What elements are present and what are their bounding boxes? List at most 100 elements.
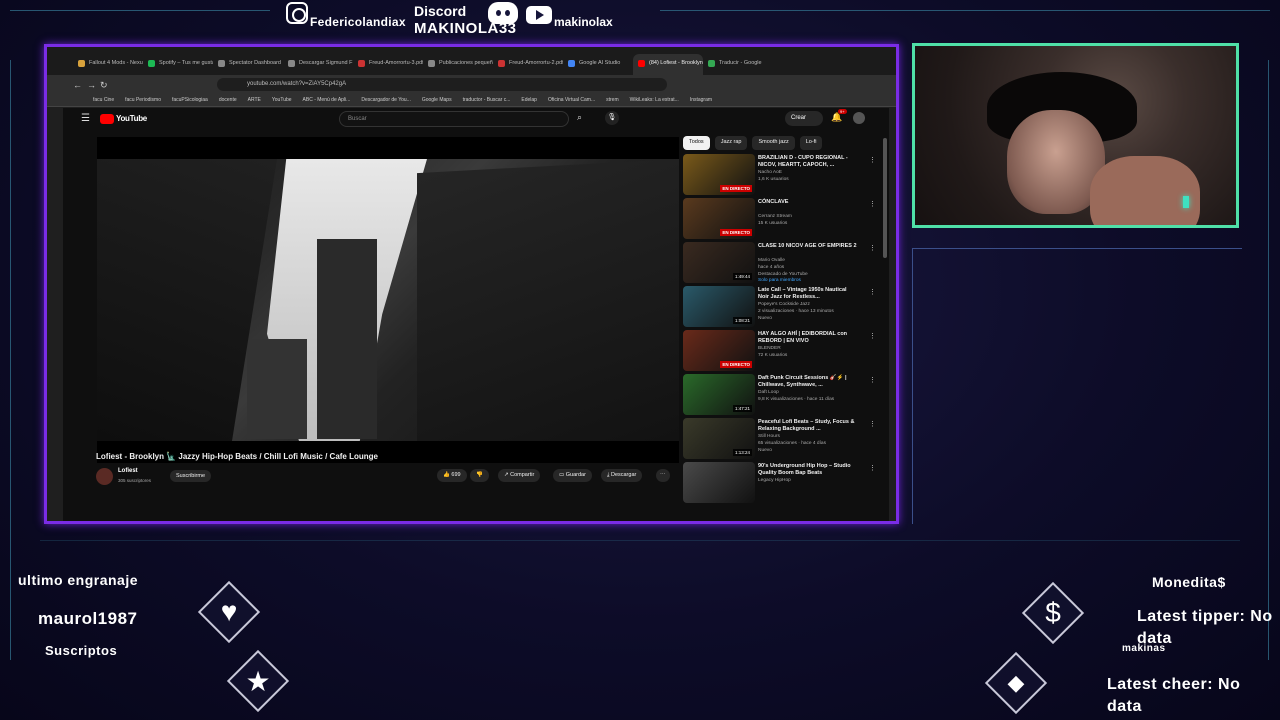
back-icon[interactable]: ←: [73, 80, 82, 90]
bookmark-item[interactable]: strem: [606, 94, 619, 106]
recommendation-channel[interactable]: Mario Ovalle: [758, 258, 785, 263]
bookmark-item[interactable]: Google Maps: [422, 94, 452, 106]
recommendation-item[interactable]: 1:13:24 Peaceful Lofi Beats – Study, Focu…: [683, 418, 883, 462]
browser-tab[interactable]: Descargar Sigmund F: [283, 54, 353, 75]
save-button[interactable]: ▭ Guardar: [553, 469, 592, 482]
bookmark-item[interactable]: Edelap: [521, 94, 537, 106]
webcam-light: [1183, 196, 1189, 208]
recommendation-title[interactable]: Daft Punk Circuit Sessions 🎸⚡ | Chillwav…: [758, 375, 858, 389]
bookmark-item[interactable]: Oficina Virtual Cam...: [548, 94, 595, 106]
recommendation-item[interactable]: 1:08:21 Late Call – Vintage 1950s Nautica…: [683, 286, 883, 330]
create-button[interactable]: Crear: [785, 111, 823, 126]
recommendation-thumbnail[interactable]: 1:47:21: [683, 374, 755, 415]
browser-tab[interactable]: Google AI Studio: [563, 54, 633, 75]
recommendation-item[interactable]: 1:49:44 CLASE 10 NICOV AGE OF EMPIRES 2 Ma…: [683, 242, 883, 286]
filter-chip[interactable]: Smooth jazz: [752, 136, 795, 150]
hud-line-right: [1268, 60, 1269, 660]
more-options-icon[interactable]: ⋮: [869, 200, 876, 208]
channel-name[interactable]: Lofiest: [118, 468, 138, 474]
latest-cheer: Latest cheer: No data: [1107, 676, 1241, 715]
bookmark-item[interactable]: Instagram: [690, 94, 712, 106]
recommendation-thumbnail[interactable]: 1:08:21: [683, 286, 755, 327]
search-input[interactable]: Buscar: [339, 111, 569, 127]
download-button[interactable]: ⤓ Descargar: [601, 469, 643, 482]
more-options-icon[interactable]: ⋮: [869, 464, 876, 472]
recommendation-channel[interactable]: Legacy HipHop: [758, 478, 791, 483]
like-button[interactable]: 👍 699: [437, 469, 467, 482]
browser-tab[interactable]: (84) Lofiest - Brooklyn: [633, 54, 703, 75]
bookmark-item[interactable]: facuPSicologiaa: [172, 94, 208, 106]
more-options-icon[interactable]: ⋮: [869, 332, 876, 340]
bookmark-item[interactable]: ABC - Menú de Apli...: [303, 94, 351, 106]
recommendation-channel[interactable]: Nacho AoE: [758, 170, 782, 175]
recommendation-title[interactable]: CLASE 10 NICOV AGE OF EMPIRES 2: [758, 243, 858, 250]
recommendation-meta: hace 4 años: [758, 265, 785, 270]
more-actions-button[interactable]: ⋯: [656, 469, 670, 482]
recommendation-thumbnail[interactable]: 1:49:44: [683, 242, 755, 283]
avatar[interactable]: [853, 112, 865, 124]
video-player[interactable]: [97, 137, 679, 463]
browser-tab[interactable]: Traducir - Google: [703, 54, 773, 75]
more-options-icon[interactable]: ⋮: [869, 288, 876, 296]
dislike-button[interactable]: 👎: [470, 469, 489, 482]
recommendation-item[interactable]: EN DIRECTO CÓNCLAVE Cerranz Stream 15 K usu…: [683, 198, 883, 242]
bookmark-item[interactable]: docente: [219, 94, 237, 106]
url-field[interactable]: youtube.com/watch?v=ZiAY5Cp42gA: [217, 78, 667, 91]
bookmark-item[interactable]: facu Cine: [93, 94, 114, 106]
recommendation-channel[interactable]: Popeye's Cockside Jazz: [758, 302, 810, 307]
recommendation-extra2: Solo para miembros: [758, 278, 801, 283]
youtube-logo-icon[interactable]: [100, 114, 114, 124]
filter-chip[interactable]: Todos: [683, 136, 710, 150]
channel-avatar[interactable]: [96, 468, 113, 485]
page-scrollbar[interactable]: [883, 138, 887, 258]
recommendation-title[interactable]: Late Call – Vintage 1950s Nautical Noir …: [758, 287, 858, 301]
recommendation-item[interactable]: EN DIRECTO BRAZILIAN D - CUPO REGIONAL - …: [683, 154, 883, 198]
recommendation-thumbnail[interactable]: EN DIRECTO: [683, 330, 755, 371]
forward-icon[interactable]: →: [87, 80, 96, 90]
recommendation-title[interactable]: Peaceful Lofi Beats – Study, Focus & Rel…: [758, 419, 858, 433]
recommendation-channel[interactable]: Cerranz Stream: [758, 214, 792, 219]
filter-chip[interactable]: Jazz rap: [714, 136, 748, 150]
subscribe-button[interactable]: Suscribirme: [170, 470, 212, 482]
browser-tab[interactable]: Freud-Amorrortu-2.pdf: [493, 54, 563, 75]
recommendation-title[interactable]: BRAZILIAN D - CUPO REGIONAL - NICOV, HEA…: [758, 155, 858, 169]
browser-tab[interactable]: Publicaciones pequeñas: [423, 54, 493, 75]
browser-tab[interactable]: Spectator Dashboard: [213, 54, 283, 75]
recommendation-channel[interactable]: Still Hours: [758, 434, 780, 439]
filter-chip[interactable]: Lo-fi: [799, 136, 823, 150]
youtube-logo-text[interactable]: YouTube: [116, 114, 147, 123]
bookmark-item[interactable]: WikiLeaks: La estrat...: [630, 94, 679, 106]
browser-tab[interactable]: Spotify – Tus me gusta: [143, 54, 213, 75]
bookmark-item[interactable]: facu Periodismo: [125, 94, 161, 106]
recommendation-channel[interactable]: Daft Loop: [758, 390, 779, 395]
menu-icon[interactable]: ☰: [81, 113, 90, 124]
recommendation-title[interactable]: HAY ALGO AHÍ | EDIBORDIAL con REBORD | E…: [758, 331, 858, 345]
video-building: [417, 159, 679, 441]
video-frame: [97, 159, 679, 441]
browser-tab[interactable]: Freud-Amorrortu-3.pdf: [353, 54, 423, 75]
recommendation-item[interactable]: EN DIRECTO HAY ALGO AHÍ | EDIBORDIAL con …: [683, 330, 883, 374]
bookmark-item[interactable]: ARTE: [248, 94, 261, 106]
more-options-icon[interactable]: ⋮: [869, 156, 876, 164]
browser-tab[interactable]: Fallout 4 Mods - Nexu: [73, 54, 143, 75]
recommendation-thumbnail[interactable]: EN DIRECTO: [683, 198, 755, 239]
recommendation-item[interactable]: 90's Underground Hip Hop – Studio Qualit…: [683, 462, 883, 506]
recommendation-channel[interactable]: BLENDER: [758, 346, 781, 351]
bookmark-item[interactable]: YouTube: [272, 94, 292, 106]
share-button[interactable]: ↗ Compartir: [498, 469, 541, 482]
bookmark-item[interactable]: traductor - Buscar c...: [463, 94, 511, 106]
recommendation-item[interactable]: 1:47:21 Daft Punk Circuit Sessions 🎸⚡ | C…: [683, 374, 883, 418]
recommendation-title[interactable]: CÓNCLAVE: [758, 199, 858, 206]
voice-search-icon[interactable]: 🎙: [605, 111, 619, 125]
bookmark-item[interactable]: Descargador de You...: [361, 94, 410, 106]
more-options-icon[interactable]: ⋮: [869, 420, 876, 428]
more-options-icon[interactable]: ⋮: [869, 244, 876, 252]
recommendation-title[interactable]: 90's Underground Hip Hop – Studio Qualit…: [758, 463, 858, 477]
recommendation-thumbnail[interactable]: 1:13:24: [683, 418, 755, 459]
search-icon[interactable]: ⌕: [577, 112, 582, 123]
reload-icon[interactable]: ↻: [100, 80, 108, 91]
recommendation-thumbnail[interactable]: EN DIRECTO: [683, 154, 755, 195]
recommendation-thumbnail[interactable]: [683, 462, 755, 503]
hud-line-left: [10, 60, 11, 660]
more-options-icon[interactable]: ⋮: [869, 376, 876, 384]
